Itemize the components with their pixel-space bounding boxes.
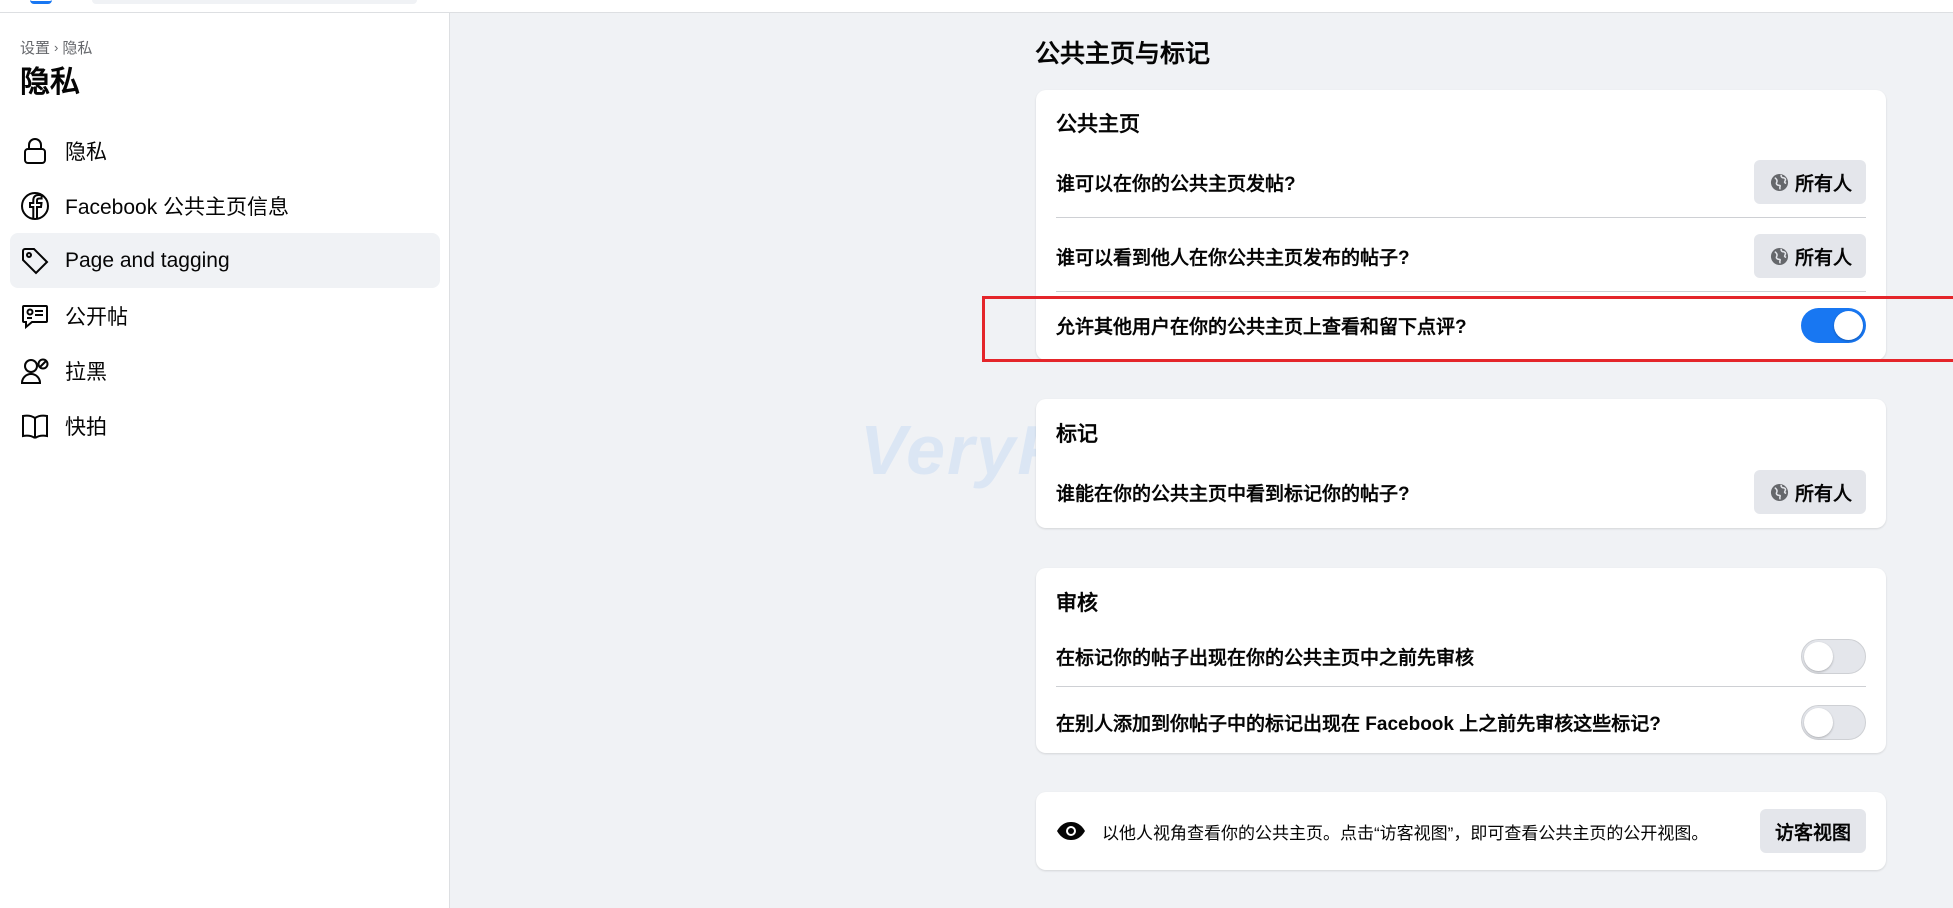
toggle-knob bbox=[1804, 707, 1833, 737]
audience-label: 所有人 bbox=[1794, 247, 1852, 269]
settings-sidebar: 设置 › 隐私 隐私 隐私 Facebook 公共主页信息 Page and t… bbox=[0, 13, 450, 908]
review-tags-label: 在别人添加到你帖子中的标记出现在 Facebook 上之前先审核这些标记? bbox=[1056, 713, 1661, 735]
row-divider bbox=[1056, 686, 1866, 687]
review-settings-card: 审核 在标记你的帖子出现在你的公共主页中之前先审核 在别人添加到你帖子中的标记出… bbox=[1036, 568, 1886, 753]
row-divider bbox=[1056, 291, 1866, 292]
page-settings-card: 公共主页 谁可以在你的公共主页发帖? 所有人 谁可以看到他人在你公共主页发布的帖… bbox=[1036, 90, 1886, 360]
review-tagged-posts-row: 在标记你的帖子出现在你的公共主页中之前先审核 bbox=[1056, 637, 1866, 675]
sidebar-item-label: 公开帖 bbox=[65, 305, 128, 329]
who-can-see-others-posts-label: 谁可以看到他人在你公共主页发布的帖子? bbox=[1056, 247, 1410, 269]
who-can-post-audience-button[interactable]: 所有人 bbox=[1753, 160, 1866, 204]
review-tags-row: 在别人添加到你帖子中的标记出现在 Facebook 上之前先审核这些标记? bbox=[1056, 703, 1866, 741]
sidebar-item-blocking[interactable]: 拉黑 bbox=[10, 343, 440, 398]
search-input[interactable] bbox=[92, 0, 417, 4]
home-icon[interactable] bbox=[30, 0, 52, 4]
who-can-post-row: 谁可以在你的公共主页发帖? 所有人 bbox=[1056, 160, 1866, 204]
audience-label: 所有人 bbox=[1794, 173, 1852, 195]
sidebar-item-stories[interactable]: 快拍 bbox=[10, 398, 440, 453]
who-can-post-label: 谁可以在你的公共主页发帖? bbox=[1056, 173, 1296, 195]
sidebar-title: 隐私 bbox=[20, 66, 80, 99]
globe-icon bbox=[1770, 483, 1789, 501]
sidebar-item-facebook-page-info[interactable]: Facebook 公共主页信息 bbox=[10, 178, 440, 233]
guest-view-card: 以他人视角查看你的公共主页。点击“访客视图”，即可查看公共主页的公开视图。 访客… bbox=[1036, 792, 1886, 870]
breadcrumb: 设置 › 隐私 bbox=[20, 37, 92, 58]
review-tagged-posts-toggle[interactable] bbox=[1801, 638, 1866, 674]
who-can-see-tagged-posts-audience-button[interactable]: 所有人 bbox=[1753, 470, 1866, 514]
page-title: 公共主页与标记 bbox=[1035, 40, 1211, 68]
who-can-see-others-posts-row: 谁可以看到他人在你公共主页发布的帖子? 所有人 bbox=[1056, 234, 1866, 278]
breadcrumb-separator: › bbox=[54, 40, 59, 55]
sidebar-item-privacy[interactable]: 隐私 bbox=[10, 123, 440, 178]
block-user-icon bbox=[20, 356, 50, 386]
row-divider bbox=[1056, 217, 1866, 218]
tagging-section-heading: 标记 bbox=[1056, 423, 1098, 446]
who-can-see-tagged-posts-label: 谁能在你的公共主页中看到标记你的帖子? bbox=[1056, 483, 1410, 505]
review-tagged-posts-label: 在标记你的帖子出现在你的公共主页中之前先审核 bbox=[1056, 647, 1475, 669]
sidebar-item-label: 隐私 bbox=[65, 140, 107, 164]
review-section-heading: 审核 bbox=[1056, 592, 1098, 615]
toggle-knob bbox=[1834, 310, 1863, 340]
allow-reviews-toggle[interactable] bbox=[1801, 307, 1866, 343]
page-section-heading: 公共主页 bbox=[1056, 113, 1140, 136]
facebook-logo-icon bbox=[20, 191, 50, 221]
who-can-see-tagged-posts-row: 谁能在你的公共主页中看到标记你的帖子? 所有人 bbox=[1056, 470, 1866, 514]
guest-view-row: 以他人视角查看你的公共主页。点击“访客视图”，即可查看公共主页的公开视图。 访客… bbox=[1056, 809, 1866, 853]
tag-icon bbox=[20, 246, 50, 276]
sidebar-item-label: 快拍 bbox=[65, 415, 107, 439]
breadcrumb-settings-link[interactable]: 设置 bbox=[20, 37, 50, 58]
public-posts-icon bbox=[20, 301, 50, 331]
sidebar-item-public-posts[interactable]: 公开帖 bbox=[10, 288, 440, 343]
review-tags-toggle[interactable] bbox=[1801, 704, 1866, 740]
allow-reviews-label: 允许其他用户在你的公共主页上查看和留下点评? bbox=[1056, 316, 1467, 338]
who-can-see-others-posts-audience-button[interactable]: 所有人 bbox=[1753, 234, 1866, 278]
toggle-knob bbox=[1804, 641, 1833, 671]
globe-icon bbox=[1770, 247, 1789, 265]
top-navigation-bar bbox=[0, 0, 1953, 13]
guest-view-description: 以他人视角查看你的公共主页。点击“访客视图”，即可查看公共主页的公开视图。 bbox=[1102, 823, 1709, 843]
sidebar-item-label: Page and tagging bbox=[65, 248, 230, 272]
allow-reviews-row: 允许其他用户在你的公共主页上查看和留下点评? bbox=[1056, 303, 1866, 347]
sidebar-item-label: Facebook 公共主页信息 bbox=[65, 195, 290, 219]
eye-icon bbox=[1056, 821, 1086, 841]
sidebar-nav: 隐私 Facebook 公共主页信息 Page and tagging 公开帖 … bbox=[10, 123, 440, 453]
breadcrumb-current: 隐私 bbox=[62, 40, 93, 57]
tagging-settings-card: 标记 谁能在你的公共主页中看到标记你的帖子? 所有人 bbox=[1036, 399, 1886, 528]
globe-icon bbox=[1770, 173, 1789, 191]
sidebar-item-page-and-tagging[interactable]: Page and tagging bbox=[10, 233, 440, 288]
sidebar-item-label: 拉黑 bbox=[65, 360, 107, 384]
audience-label: 所有人 bbox=[1794, 483, 1852, 505]
book-icon bbox=[20, 411, 50, 441]
guest-view-button[interactable]: 访客视图 bbox=[1759, 809, 1866, 853]
lock-icon bbox=[20, 136, 50, 166]
